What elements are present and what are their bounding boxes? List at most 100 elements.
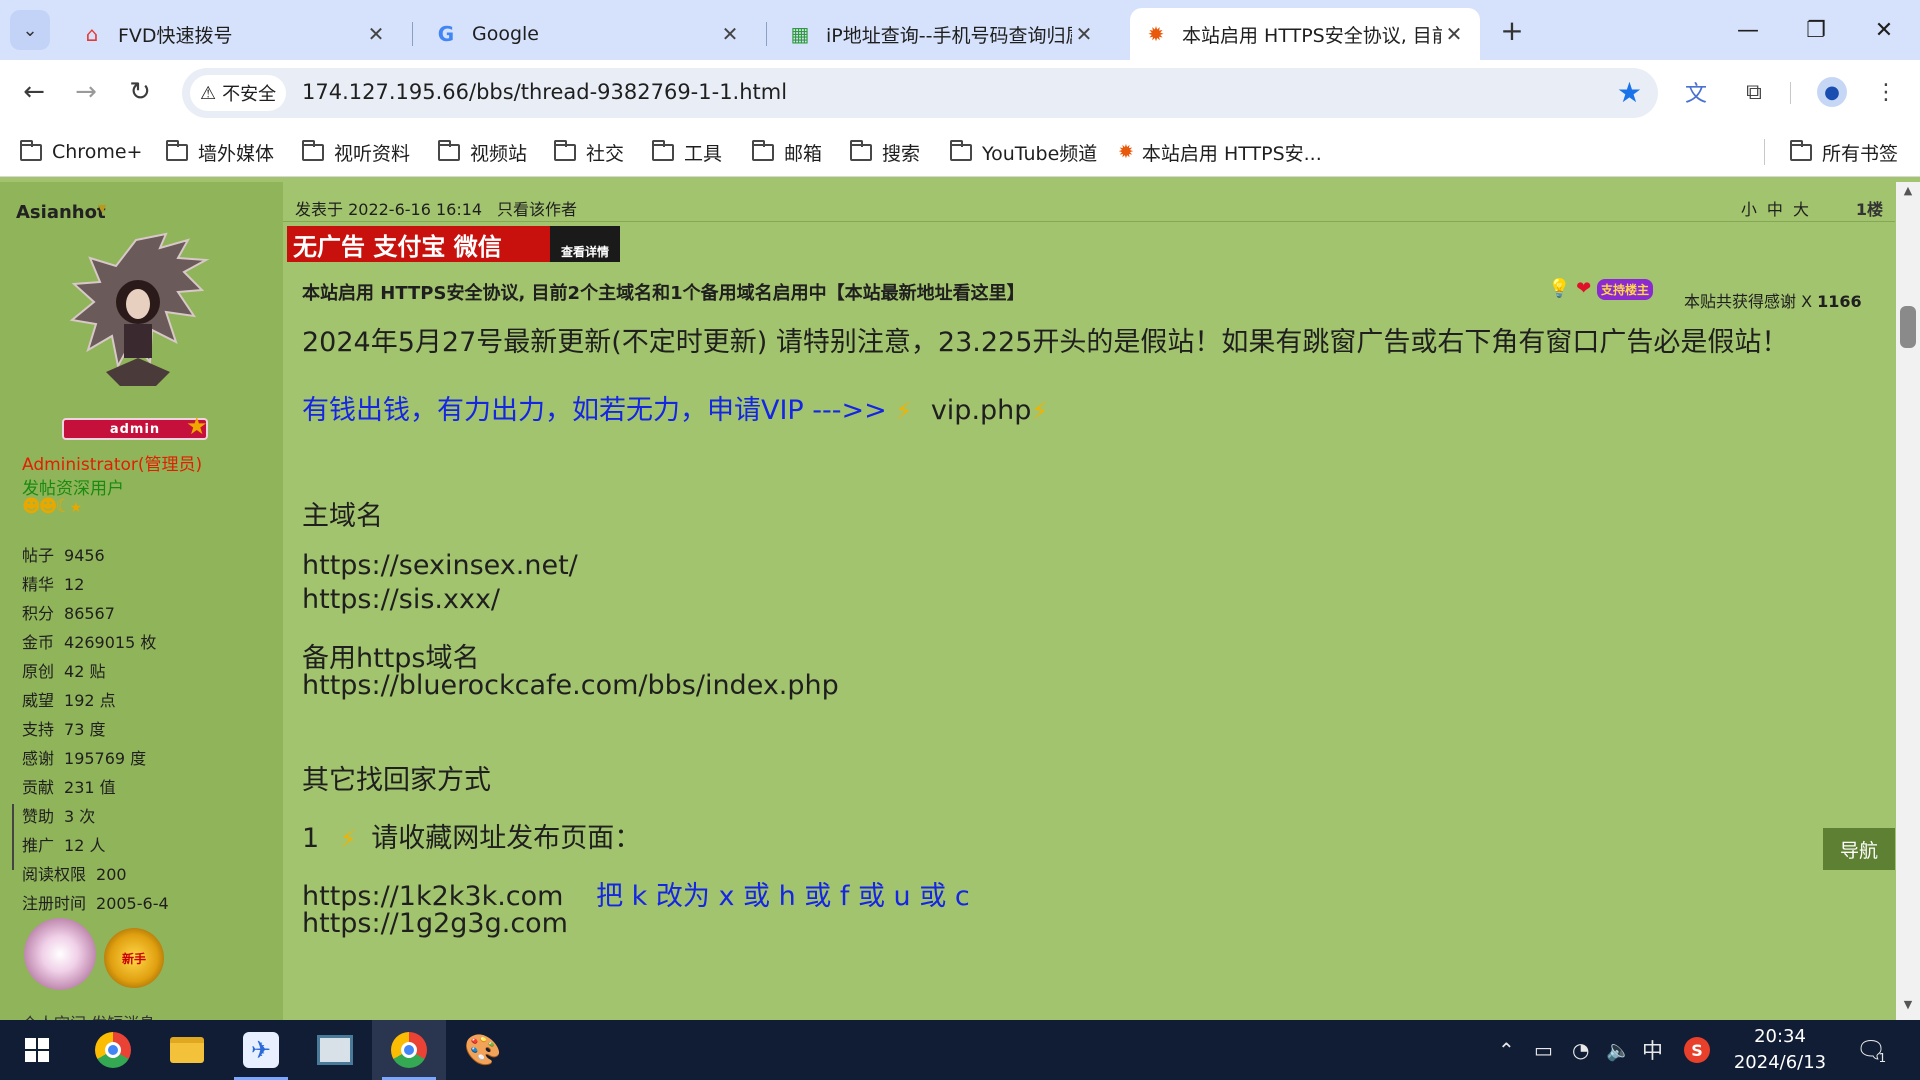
tab-search-button[interactable]: ⌄ bbox=[10, 10, 50, 50]
forum-icon: ✹ bbox=[1147, 22, 1165, 46]
main-domain-link[interactable]: https://sis.xxx/ bbox=[302, 584, 500, 615]
close-icon[interactable]: ✕ bbox=[1072, 22, 1096, 46]
thanks-icons: 💡 ❤ 支持楼主 bbox=[1548, 278, 1653, 300]
tab-fvd[interactable]: ⌂ FVD快速拨号 ✕ bbox=[66, 8, 402, 60]
app-icon: ✈ bbox=[243, 1032, 279, 1068]
folder-icon bbox=[752, 139, 774, 161]
ime-indicator[interactable]: 中 bbox=[1642, 1020, 1663, 1080]
taskbar-paint[interactable]: 🎨 bbox=[446, 1020, 520, 1080]
vip-line: 有钱出钱，有力出力，如若无力，申请VIP --->> ⚡ vip.php⚡ bbox=[302, 388, 1048, 427]
bookmarks-bar: Chrome+ 墙外媒体 视听资料 视频站 社交 工具 邮箱 搜索 YouTub… bbox=[0, 127, 1920, 177]
minimize-button[interactable]: — bbox=[1714, 0, 1782, 60]
all-bookmarks-folder[interactable]: 所有书签 bbox=[1790, 137, 1898, 167]
profile-avatar-icon[interactable]: ● bbox=[1812, 72, 1852, 112]
taskbar-app-bird[interactable]: ✈ bbox=[224, 1020, 298, 1080]
address-bar[interactable]: ⚠ 不安全 174.127.195.66/bbs/thread-9382769-… bbox=[182, 68, 1658, 118]
taskbar-app-window[interactable] bbox=[298, 1020, 372, 1080]
bookmark-divider bbox=[1764, 139, 1765, 165]
scroll-thumb[interactable] bbox=[1900, 306, 1916, 348]
restore-button[interactable]: ❐ bbox=[1782, 0, 1850, 60]
back-button[interactable]: ← bbox=[12, 70, 56, 114]
lightbulb-icon: 💡 bbox=[1548, 278, 1571, 299]
support-badge[interactable]: 支持楼主 bbox=[1596, 279, 1653, 300]
folder-icon bbox=[850, 139, 872, 161]
google-icon: G bbox=[437, 22, 455, 46]
author-only-link[interactable]: 只看该作者 bbox=[497, 196, 577, 220]
avatar[interactable] bbox=[66, 232, 212, 392]
taskbar-chrome[interactable] bbox=[76, 1020, 150, 1080]
close-icon[interactable]: ✕ bbox=[364, 22, 388, 46]
start-button[interactable] bbox=[0, 1020, 74, 1080]
close-icon[interactable]: ✕ bbox=[1442, 22, 1466, 46]
taskbar-file-explorer[interactable] bbox=[150, 1020, 224, 1080]
page-scrollbar[interactable]: ▲ ▼ bbox=[1896, 182, 1920, 1020]
close-window-button[interactable]: ✕ bbox=[1850, 0, 1918, 60]
new-tab-button[interactable]: + bbox=[1492, 10, 1532, 50]
vip-link[interactable]: vip.php bbox=[931, 395, 1032, 426]
clock-date[interactable]: 2024/6/13 bbox=[1730, 1052, 1830, 1073]
forward-button[interactable]: → bbox=[64, 70, 108, 114]
ad-banner[interactable]: 无广告 支付宝 微信 查看详情 bbox=[287, 226, 620, 262]
tray-overflow-icon[interactable]: ⌃ bbox=[1498, 1020, 1515, 1080]
stat-referral: 推广 12 人 bbox=[22, 836, 106, 855]
bookmark-folder[interactable]: 墙外媒体 bbox=[166, 137, 274, 167]
toolbar-divider bbox=[1790, 82, 1791, 104]
bookmark-folder[interactable]: Chrome+ bbox=[20, 137, 142, 167]
stat-sponsor: 赞助 3 次 bbox=[22, 807, 96, 826]
bookmark-folder[interactable]: YouTube频道 bbox=[950, 137, 1097, 167]
sun-icon: ☻☻ bbox=[22, 496, 58, 517]
heart-icon: ❤ bbox=[1576, 278, 1592, 299]
username[interactable]: Asianhot bbox=[16, 202, 106, 223]
bookmark-folder[interactable]: 视频站 bbox=[438, 137, 527, 167]
profile-links[interactable]: 个人空间 发短消息 bbox=[22, 1010, 155, 1020]
tab-divider bbox=[766, 22, 767, 46]
font-size-links[interactable]: 小 中 大 bbox=[1741, 196, 1809, 220]
bookmark-folder[interactable]: 工具 bbox=[652, 137, 722, 167]
nav-button[interactable]: 导航 bbox=[1823, 828, 1895, 870]
taskbar-chrome-active[interactable] bbox=[372, 1020, 446, 1080]
author-profile: Asianhot ▼ admin ★ Administrator(管理员) 发帖… bbox=[0, 182, 283, 1020]
security-chip[interactable]: ⚠ 不安全 bbox=[190, 75, 287, 111]
dropdown-arrow-icon[interactable]: ▼ bbox=[98, 202, 106, 215]
clock-time[interactable]: 20:34 bbox=[1730, 1026, 1830, 1047]
bookmark-star-icon[interactable]: ★ bbox=[1617, 76, 1642, 109]
close-icon[interactable]: ✕ bbox=[718, 22, 742, 46]
backup-domain-link[interactable]: https://bluerockcafe.com/bbs/index.php bbox=[302, 670, 839, 701]
stat-prestige: 威望 192 点 bbox=[22, 691, 116, 710]
bookmark-folder[interactable]: 视听资料 bbox=[302, 137, 410, 167]
ad-detail: 查看详情 bbox=[550, 226, 620, 262]
sogou-icon[interactable]: S bbox=[1684, 1020, 1710, 1080]
scroll-up-icon[interactable]: ▲ bbox=[1896, 184, 1920, 204]
bookmark-folder[interactable]: 社交 bbox=[554, 137, 624, 167]
extensions-icon[interactable]: ⧉ bbox=[1734, 72, 1774, 112]
bookmark-folder[interactable]: 邮箱 bbox=[752, 137, 822, 167]
bookmark-link[interactable]: ✹ 本站启用 HTTPS安... bbox=[1118, 137, 1322, 167]
star-icon: ★ bbox=[186, 412, 208, 440]
vip-text[interactable]: 有钱出钱，有力出力，如若无力，申请VIP --->> bbox=[302, 395, 887, 426]
volume-icon[interactable]: 🔈 bbox=[1606, 1020, 1631, 1080]
battery-icon[interactable]: ▭ bbox=[1534, 1020, 1553, 1080]
tab-title: 本站启用 HTTPS安全协议, 目前 bbox=[1182, 24, 1442, 47]
tab-google[interactable]: G Google ✕ bbox=[420, 8, 756, 60]
folder-icon bbox=[652, 139, 674, 161]
menu-icon[interactable]: ⋮ bbox=[1866, 72, 1906, 112]
url-text[interactable]: 174.127.195.66/bbs/thread-9382769-1-1.ht… bbox=[302, 80, 787, 104]
bookmark-folder[interactable]: 搜索 bbox=[850, 137, 920, 167]
notification-center[interactable]: 🗨 1 bbox=[1856, 1020, 1886, 1080]
translate-icon[interactable]: 文 bbox=[1676, 72, 1716, 112]
publish-url-link[interactable]: https://1g2g3g.com bbox=[302, 908, 568, 939]
taskbar: ✈ 🎨 ⌃ ▭ ◔ 🔈 中 S 20:34 2024/6/13 🗨 1 bbox=[0, 1020, 1920, 1080]
tab-active-thread[interactable]: ✹ 本站启用 HTTPS安全协议, 目前 ✕ bbox=[1130, 8, 1480, 60]
tab-ip-lookup[interactable]: ▦ iP地址查询--手机号码查询归属 ✕ bbox=[774, 8, 1110, 60]
main-domain-link[interactable]: https://sexinsex.net/ bbox=[302, 550, 578, 581]
post-title: 本站启用 HTTPS安全协议, 目前2个主域名和1个备用域名启用中【本站最新地址… bbox=[302, 283, 1025, 304]
reload-button[interactable]: ↻ bbox=[118, 70, 162, 114]
ad-text: 无广告 支付宝 微信 bbox=[293, 232, 502, 261]
scroll-down-icon[interactable]: ▼ bbox=[1896, 998, 1920, 1018]
wifi-icon[interactable]: ◔ bbox=[1572, 1020, 1589, 1080]
medal-icon bbox=[24, 918, 96, 990]
tab-title: FVD快速拨号 bbox=[118, 24, 233, 47]
step-1: 1 ⚡ 请收藏网址发布页面： bbox=[302, 816, 641, 855]
browser-toolbar: ← → ↻ ⚠ 不安全 174.127.195.66/bbs/thread-93… bbox=[0, 60, 1920, 127]
stat-contribution: 贡献 231 值 bbox=[22, 778, 116, 797]
